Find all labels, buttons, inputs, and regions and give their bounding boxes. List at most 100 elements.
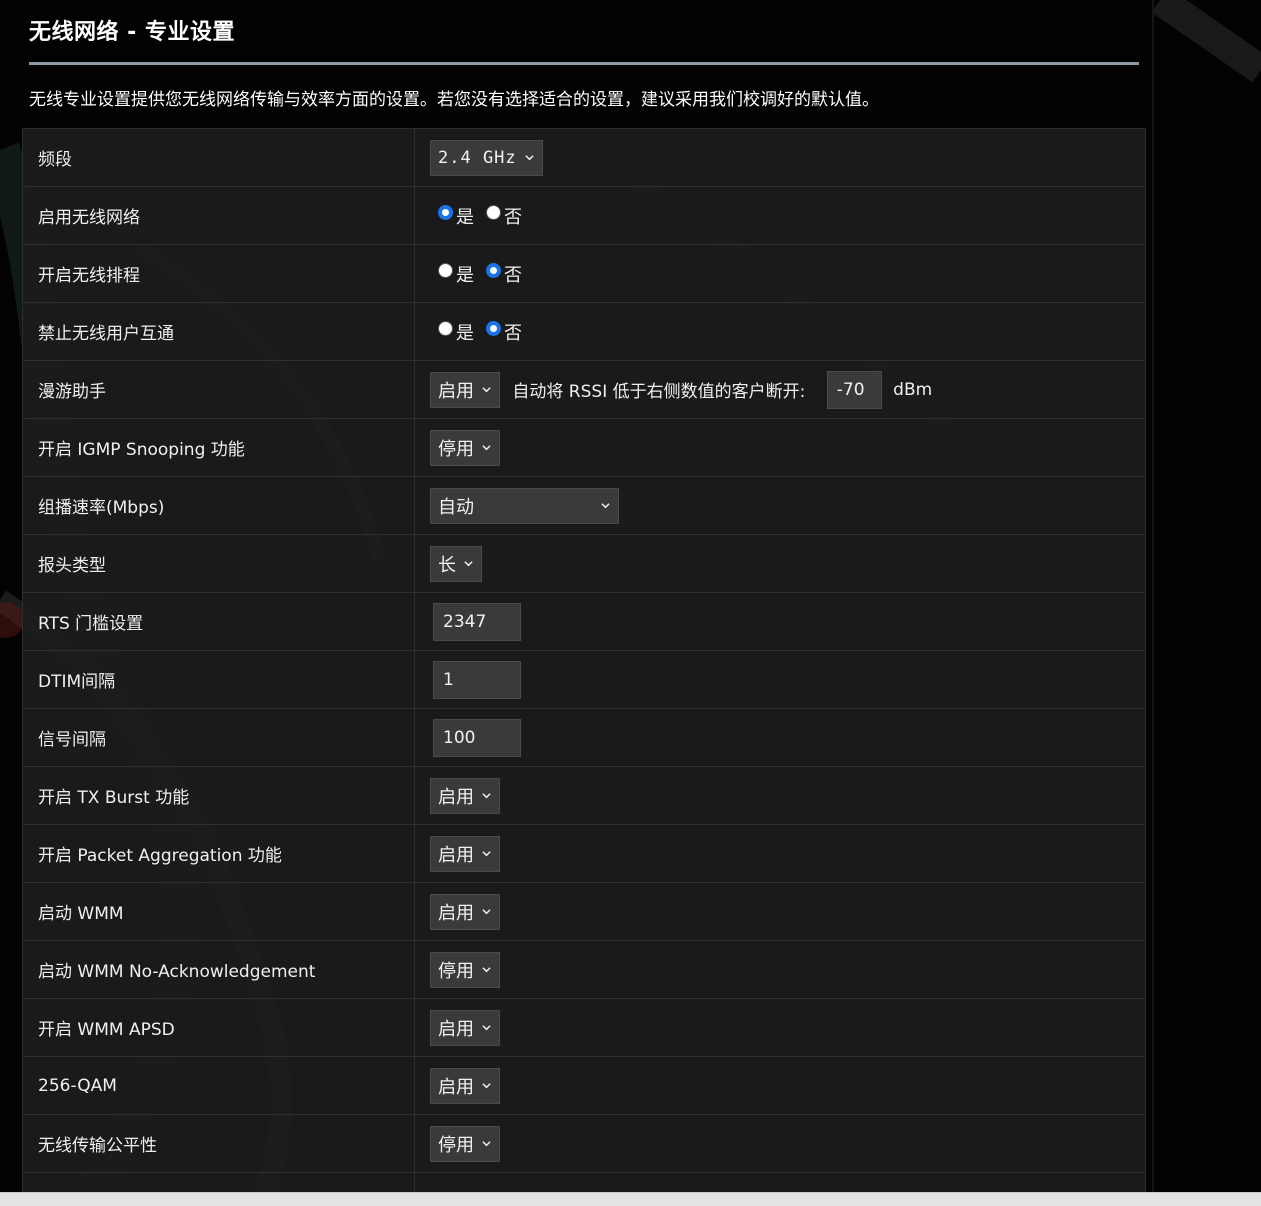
chevron-down-icon — [482, 1083, 491, 1089]
wmm-select[interactable]: 启用 — [430, 893, 500, 930]
chevron-down-icon — [482, 1141, 491, 1147]
row-256qam: 256-QAM 启用 — [22, 1056, 1146, 1115]
ap-isolation-yes-radio[interactable] — [438, 321, 453, 336]
packet-aggregation-select[interactable]: 启用 — [430, 835, 500, 872]
wmm-apsd-label: 开启 WMM APSD — [22, 998, 415, 1057]
qam256-label: 256-QAM — [22, 1056, 415, 1115]
enable-radio-options: 是 否 — [430, 198, 526, 234]
chevron-down-icon — [464, 561, 473, 567]
row-rts: RTS 门槛设置 2347 — [22, 592, 1146, 651]
tx-burst-select-value: 启用 — [438, 786, 474, 808]
beacon-input[interactable]: 100 — [433, 718, 521, 757]
chevron-down-icon — [482, 967, 491, 973]
igmp-select-value: 停用 — [438, 438, 474, 460]
wireless-scheduler-options: 是 否 — [430, 256, 526, 292]
chevron-down-icon — [482, 387, 491, 393]
row-wireless-scheduler: 开启无线排程 是 否 — [22, 244, 1146, 303]
packet-aggregation-label: 开启 Packet Aggregation 功能 — [22, 824, 415, 883]
row-wmm-noack: 启动 WMM No-Acknowledgement 停用 — [22, 940, 1146, 999]
horizontal-scrollbar[interactable] — [0, 1192, 1261, 1206]
row-ap-isolation: 禁止无线用户互通 是 否 — [22, 302, 1146, 361]
chevron-down-icon — [525, 155, 534, 161]
enable-radio-yes-label: 是 — [456, 206, 474, 228]
roaming-description: 自动将 RSSI 低于右侧数值的客户断开: — [512, 382, 806, 402]
row-tx-burst: 开启 TX Burst 功能 启用 — [22, 766, 1146, 825]
preamble-select-value: 长 — [438, 554, 456, 576]
ap-isolation-yes-label: 是 — [456, 322, 474, 344]
roaming-label: 漫游助手 — [22, 360, 415, 419]
ap-isolation-label: 禁止无线用户互通 — [22, 302, 415, 361]
tx-burst-label: 开启 TX Burst 功能 — [22, 766, 415, 825]
chevron-down-icon — [601, 503, 610, 509]
roaming-rssi-input[interactable]: -70 — [826, 370, 882, 409]
band-label: 频段 — [22, 128, 415, 187]
roaming-unit: dBm — [893, 379, 933, 400]
enable-radio-no-radio[interactable] — [486, 205, 501, 220]
wmm-apsd-select-value: 启用 — [438, 1018, 474, 1040]
enable-radio-no-label: 否 — [504, 206, 522, 228]
wireless-scheduler-label: 开启无线排程 — [22, 244, 415, 303]
multicast-rate-label: 组播速率(Mbps) — [22, 476, 415, 535]
preamble-select[interactable]: 长 — [430, 545, 482, 582]
preamble-label: 报头类型 — [22, 534, 415, 593]
airtime-fairness-label: 无线传输公平性 — [22, 1114, 415, 1173]
wmm-label: 启动 WMM — [22, 882, 415, 941]
row-airtime-fairness: 无线传输公平性 停用 — [22, 1114, 1146, 1173]
airtime-fairness-select-value: 停用 — [438, 1134, 474, 1156]
rts-input[interactable]: 2347 — [433, 602, 521, 641]
roaming-select-value: 启用 — [438, 380, 474, 402]
chevron-down-icon — [482, 851, 491, 857]
chevron-down-icon — [482, 1025, 491, 1031]
wmm-noack-label: 启动 WMM No-Acknowledgement — [22, 940, 415, 999]
roaming-select[interactable]: 启用 — [430, 371, 500, 408]
enable-radio-label: 启用无线网络 — [22, 186, 415, 245]
content-edge — [1152, 0, 1154, 1192]
band-select[interactable]: 2.4 GHz — [430, 139, 543, 176]
wmm-noack-select[interactable]: 停用 — [430, 951, 500, 988]
title-divider — [29, 62, 1139, 65]
row-packet-aggregation: 开启 Packet Aggregation 功能 启用 — [22, 824, 1146, 883]
row-multicast-rate: 组播速率(Mbps) 自动 — [22, 476, 1146, 535]
airtime-fairness-select[interactable]: 停用 — [430, 1125, 500, 1162]
band-select-value: 2.4 GHz — [438, 147, 517, 168]
ap-isolation-options: 是 否 — [430, 314, 526, 350]
row-roaming: 漫游助手 启用 自动将 RSSI 低于右侧数值的客户断开: -70 dBm — [22, 360, 1146, 419]
enable-radio-yes-radio[interactable] — [438, 205, 453, 220]
row-dtim: DTIM间隔 1 — [22, 650, 1146, 709]
settings-panel: 无线网络 - 专业设置 无线专业设置提供您无线网络传输与效率方面的设置。若您没有… — [0, 0, 1152, 1206]
row-preamble: 报头类型 长 — [22, 534, 1146, 593]
page-title: 无线网络 - 专业设置 — [29, 20, 235, 45]
row-enable-radio: 启用无线网络 是 否 — [22, 186, 1146, 245]
packet-aggregation-select-value: 启用 — [438, 844, 474, 866]
ap-isolation-no-radio[interactable] — [486, 321, 501, 336]
wmm-apsd-select[interactable]: 启用 — [430, 1009, 500, 1046]
dtim-input[interactable]: 1 — [433, 660, 521, 699]
igmp-label: 开启 IGMP Snooping 功能 — [22, 418, 415, 477]
chevron-down-icon — [482, 445, 491, 451]
wireless-scheduler-yes-radio[interactable] — [438, 263, 453, 278]
multicast-rate-select[interactable]: 自动 — [430, 487, 619, 524]
settings-table: 频段 2.4 GHz 启用无线网络 是 否 开启无线排程 是 否 禁止无线用户互… — [22, 128, 1146, 1206]
page-description: 无线专业设置提供您无线网络传输与效率方面的设置。若您没有选择适合的设置，建议采用… — [29, 90, 879, 110]
wmm-select-value: 启用 — [438, 902, 474, 924]
dtim-label: DTIM间隔 — [22, 650, 415, 709]
beacon-label: 信号间隔 — [22, 708, 415, 767]
row-wmm-apsd: 开启 WMM APSD 启用 — [22, 998, 1146, 1057]
wireless-scheduler-no-label: 否 — [504, 264, 522, 286]
ap-isolation-no-label: 否 — [504, 322, 522, 344]
page-root: 无线网络 - 专业设置 无线专业设置提供您无线网络传输与效率方面的设置。若您没有… — [0, 0, 1261, 1206]
wmm-noack-select-value: 停用 — [438, 960, 474, 982]
row-igmp: 开启 IGMP Snooping 功能 停用 — [22, 418, 1146, 477]
row-beacon: 信号间隔 100 — [22, 708, 1146, 767]
wireless-scheduler-no-radio[interactable] — [486, 263, 501, 278]
rts-label: RTS 门槛设置 — [22, 592, 415, 651]
row-wmm: 启动 WMM 启用 — [22, 882, 1146, 941]
qam256-select[interactable]: 启用 — [430, 1067, 500, 1104]
multicast-rate-select-value: 自动 — [438, 496, 474, 518]
chevron-down-icon — [482, 909, 491, 915]
row-band: 频段 2.4 GHz — [22, 128, 1146, 187]
igmp-select[interactable]: 停用 — [430, 429, 500, 466]
wireless-scheduler-yes-label: 是 — [456, 264, 474, 286]
qam256-select-value: 启用 — [438, 1076, 474, 1098]
tx-burst-select[interactable]: 启用 — [430, 777, 500, 814]
